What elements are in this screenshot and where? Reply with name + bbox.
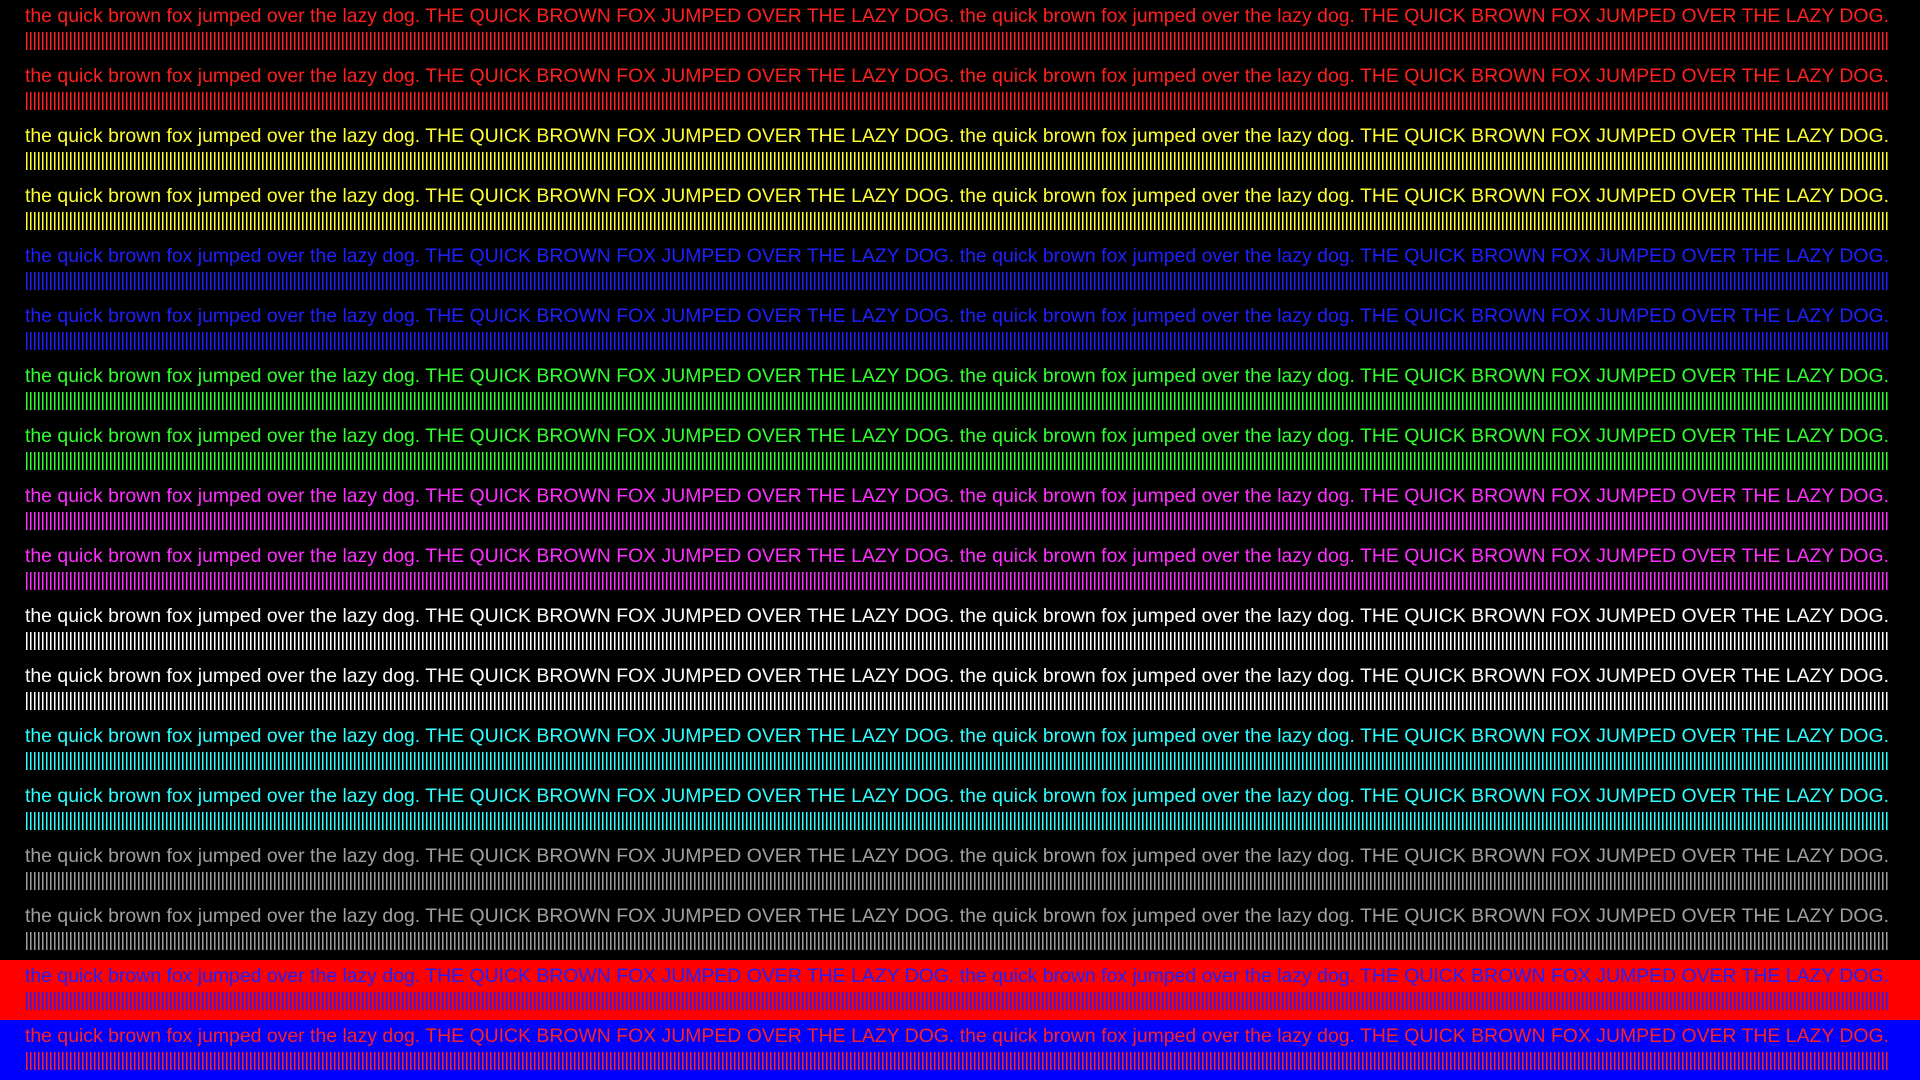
vertical-line-pattern [26, 452, 1888, 470]
vertical-line-pattern [26, 1052, 1888, 1070]
test-band: the quick brown fox jumped over the lazy… [0, 60, 1920, 120]
vertical-line-pattern [26, 92, 1888, 110]
test-band: the quick brown fox jumped over the lazy… [0, 780, 1920, 840]
test-text-line: the quick brown fox jumped over the lazy… [25, 965, 1889, 987]
test-text-line: the quick brown fox jumped over the lazy… [25, 545, 1889, 567]
test-band: the quick brown fox jumped over the lazy… [0, 360, 1920, 420]
test-text-line: the quick brown fox jumped over the lazy… [25, 905, 1889, 927]
vertical-line-pattern [26, 392, 1888, 410]
test-text-line: the quick brown fox jumped over the lazy… [25, 245, 1889, 267]
test-band: the quick brown fox jumped over the lazy… [0, 840, 1920, 900]
test-band: the quick brown fox jumped over the lazy… [0, 720, 1920, 780]
test-band: the quick brown fox jumped over the lazy… [0, 960, 1920, 1020]
test-band: the quick brown fox jumped over the lazy… [0, 240, 1920, 300]
vertical-line-pattern [26, 512, 1888, 530]
test-band: the quick brown fox jumped over the lazy… [0, 420, 1920, 480]
vertical-line-pattern [26, 752, 1888, 770]
test-band: the quick brown fox jumped over the lazy… [0, 120, 1920, 180]
test-text-line: the quick brown fox jumped over the lazy… [25, 185, 1889, 207]
test-band: the quick brown fox jumped over the lazy… [0, 660, 1920, 720]
vertical-line-pattern [26, 692, 1888, 710]
test-text-line: the quick brown fox jumped over the lazy… [25, 1025, 1889, 1047]
vertical-line-pattern [26, 932, 1888, 950]
test-text-line: the quick brown fox jumped over the lazy… [25, 5, 1889, 27]
vertical-line-pattern [26, 572, 1888, 590]
test-band: the quick brown fox jumped over the lazy… [0, 180, 1920, 240]
vertical-line-pattern [26, 332, 1888, 350]
test-text-line: the quick brown fox jumped over the lazy… [25, 665, 1889, 687]
test-band: the quick brown fox jumped over the lazy… [0, 900, 1920, 960]
test-band: the quick brown fox jumped over the lazy… [0, 600, 1920, 660]
test-band: the quick brown fox jumped over the lazy… [0, 1020, 1920, 1080]
test-text-line: the quick brown fox jumped over the lazy… [25, 305, 1889, 327]
color-text-test-pattern: the quick brown fox jumped over the lazy… [0, 0, 1920, 1080]
test-text-line: the quick brown fox jumped over the lazy… [25, 425, 1889, 447]
vertical-line-pattern [26, 872, 1888, 890]
vertical-line-pattern [26, 32, 1888, 50]
test-text-line: the quick brown fox jumped over the lazy… [25, 605, 1889, 627]
vertical-line-pattern [26, 632, 1888, 650]
vertical-line-pattern [26, 212, 1888, 230]
vertical-line-pattern [26, 812, 1888, 830]
vertical-line-pattern [26, 272, 1888, 290]
test-text-line: the quick brown fox jumped over the lazy… [25, 125, 1889, 147]
test-band: the quick brown fox jumped over the lazy… [0, 0, 1920, 60]
test-text-line: the quick brown fox jumped over the lazy… [25, 785, 1889, 807]
test-band: the quick brown fox jumped over the lazy… [0, 540, 1920, 600]
test-band: the quick brown fox jumped over the lazy… [0, 480, 1920, 540]
test-text-line: the quick brown fox jumped over the lazy… [25, 485, 1889, 507]
test-text-line: the quick brown fox jumped over the lazy… [25, 845, 1889, 867]
test-band: the quick brown fox jumped over the lazy… [0, 300, 1920, 360]
vertical-line-pattern [26, 992, 1888, 1010]
test-text-line: the quick brown fox jumped over the lazy… [25, 365, 1889, 387]
test-text-line: the quick brown fox jumped over the lazy… [25, 65, 1889, 87]
vertical-line-pattern [26, 152, 1888, 170]
test-text-line: the quick brown fox jumped over the lazy… [25, 725, 1889, 747]
